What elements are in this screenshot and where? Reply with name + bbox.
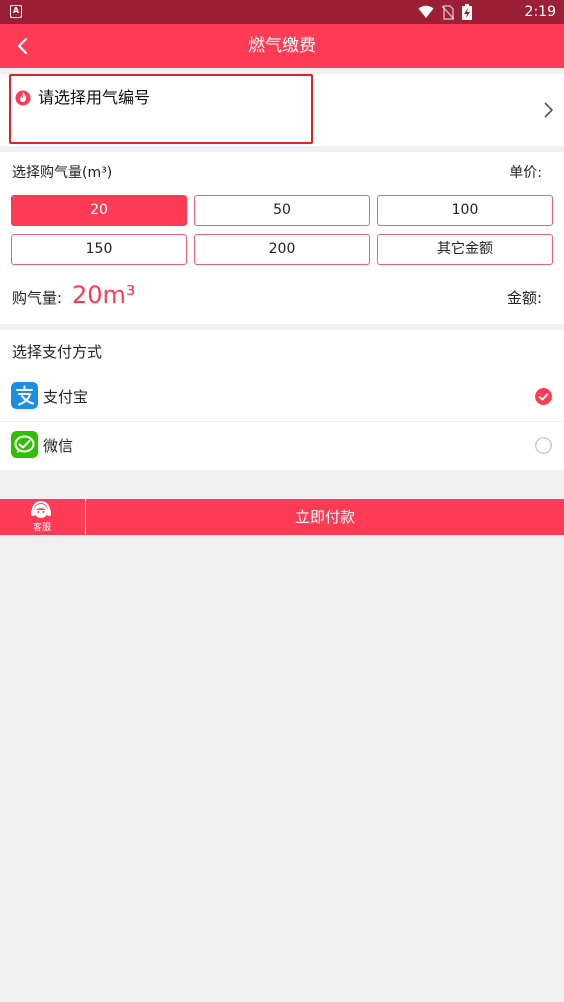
flame-icon (15, 90, 31, 106)
option-other-amount-button[interactable]: 其它金额 (377, 234, 553, 265)
wechat-icon (11, 431, 38, 458)
payment-method-heading: 选择支付方式 (12, 343, 103, 361)
nav-bar: 燃气缴费 (0, 24, 564, 68)
payment-option-wechat[interactable]: 微信 (0, 424, 564, 470)
headset-icon (31, 501, 51, 518)
customer-service-label: 客服 (32, 523, 51, 533)
wifi-icon (418, 5, 434, 18)
checked-radio-icon[interactable] (535, 388, 552, 405)
payment-option-alipay[interactable]: 支付宝 (0, 375, 564, 421)
payment-option-label: 支付宝 (43, 388, 89, 406)
option-150-button[interactable]: 150 (11, 234, 187, 265)
unit-price-label: 单价: (509, 165, 542, 181)
account-placeholder: 请选择用气编号 (38, 88, 151, 107)
notification-a-icon: A (10, 5, 22, 18)
account-selector[interactable]: 请选择用气编号 (0, 74, 564, 146)
chevron-right-icon[interactable] (540, 100, 556, 120)
status-bar: A 2:19 (0, 0, 564, 24)
payment-option-label: 微信 (43, 437, 74, 455)
page-title: 燃气缴费 (248, 36, 316, 56)
no-sim-icon (442, 4, 454, 20)
unchecked-radio-icon[interactable] (535, 437, 552, 454)
gas-quantity-heading: 选择购气量(m³) (12, 165, 113, 181)
amount-label: 金额: (506, 289, 542, 307)
battery-charging-icon (462, 4, 472, 20)
option-200-button[interactable]: 200 (194, 234, 370, 265)
alipay-icon (11, 382, 38, 409)
purchase-quantity-label: 购气量: (12, 289, 63, 307)
payment-method-panel: 选择支付方式 支付宝 微信 (0, 330, 564, 470)
clock: 2:19 (524, 4, 556, 20)
option-100-button[interactable]: 100 (377, 195, 553, 226)
option-20-button[interactable]: 20 (11, 195, 187, 226)
option-50-button[interactable]: 50 (194, 195, 370, 226)
highlight-box (9, 74, 313, 144)
bottom-action-bar: 客服 立即付款 (0, 499, 564, 535)
gas-quantity-panel: 选择购气量(m³) 单价: 20 50 100 150 200 其它金额 购气量… (0, 152, 564, 324)
divider (0, 421, 564, 422)
pay-now-button[interactable]: 立即付款 (86, 499, 564, 535)
purchase-quantity-value: 20m³ (72, 281, 136, 309)
customer-service-button[interactable]: 客服 (0, 499, 84, 535)
